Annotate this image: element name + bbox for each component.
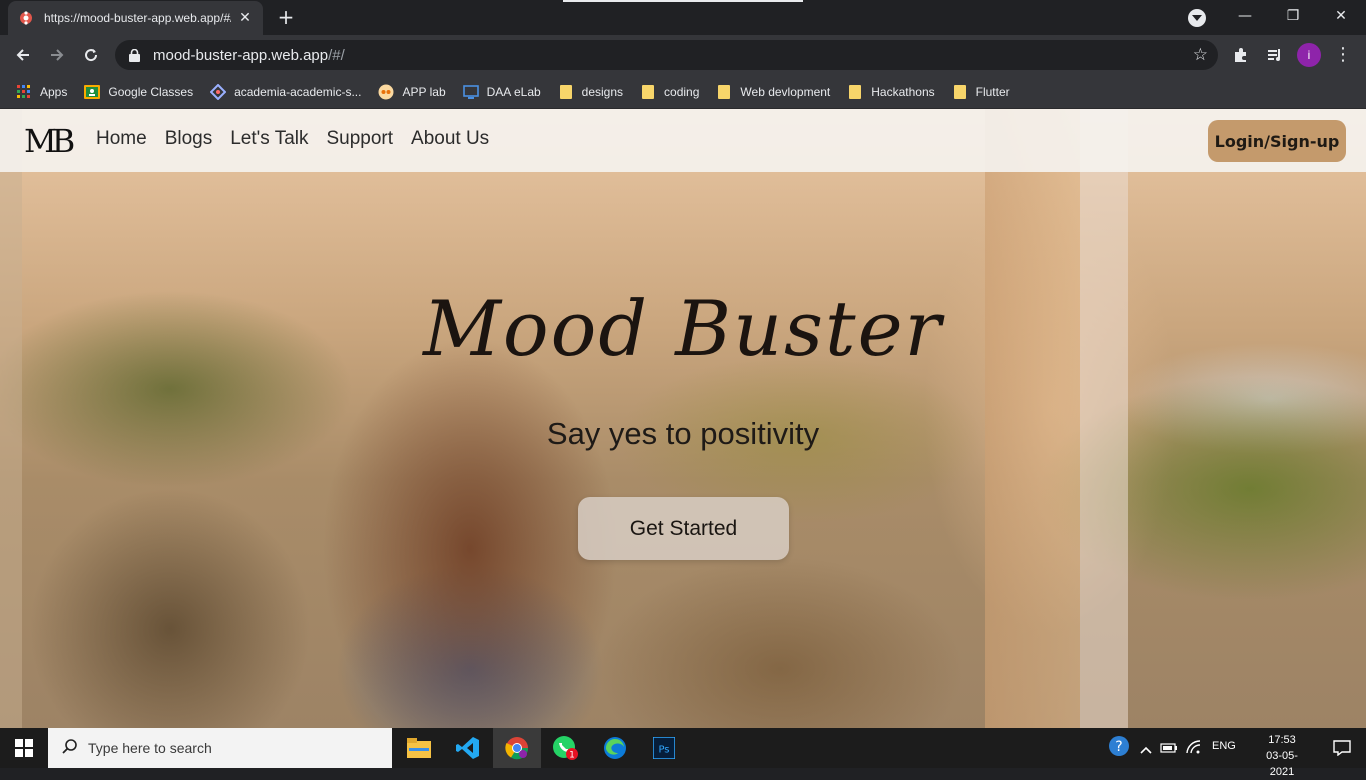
chrome-menu-icon[interactable]: ⋮ — [1333, 43, 1353, 67]
folder-icon — [847, 84, 863, 100]
nav-home[interactable]: Home — [96, 128, 147, 150]
minimize-icon[interactable]: — — [1221, 0, 1269, 32]
bookmark-apps[interactable]: Apps — [16, 84, 67, 100]
media-control-icon[interactable] — [1264, 44, 1286, 66]
bookmarks-bar: Apps Google Classes academia-academic-s.… — [0, 75, 1366, 109]
bookmark-label: Google Classes — [108, 84, 194, 99]
language-indicator[interactable]: ENG — [1212, 740, 1236, 752]
tab-title: https://mood-buster-app.web.app/#/ — [44, 11, 231, 25]
bookmark-folder-web-development[interactable]: Web devlopment — [716, 84, 830, 100]
photoshop-icon[interactable]: Ps — [640, 728, 688, 768]
get-started-button[interactable]: Get Started — [578, 497, 789, 560]
site-navbar: MB Home Blogs Let's Talk Support About U… — [0, 109, 1366, 172]
whatsapp-icon[interactable]: 1 — [542, 728, 590, 768]
elab-icon — [462, 84, 479, 100]
folder-icon — [558, 84, 574, 100]
tab-close-icon[interactable]: ✕ — [237, 10, 253, 26]
forward-icon[interactable] — [45, 43, 69, 67]
bookmark-folder-designs[interactable]: designs — [558, 84, 623, 100]
wifi-icon[interactable] — [1186, 739, 1202, 758]
search-placeholder: Type here to search — [88, 740, 212, 756]
svg-text:Ps: Ps — [658, 745, 669, 756]
restore-icon[interactable]: ❐ — [1269, 0, 1317, 32]
browser-tab[interactable]: https://mood-buster-app.web.app/#/ ✕ — [8, 1, 263, 35]
bookmark-star-icon[interactable]: ☆ — [1193, 46, 1208, 64]
vscode-icon[interactable] — [444, 728, 492, 768]
folder-icon — [952, 84, 968, 100]
browser-toolbar: mood-buster-app.web.app/#/ ☆ i ⋮ — [0, 35, 1366, 75]
clock-time: 17:53 — [1268, 734, 1296, 746]
back-icon[interactable] — [11, 43, 35, 67]
address-bar[interactable]: mood-buster-app.web.app/#/ ☆ — [115, 40, 1218, 70]
window-close-icon[interactable]: ✕ — [1317, 0, 1365, 32]
taskbar-clock[interactable]: 17:53 03-05-2021 — [1254, 732, 1310, 780]
academia-icon — [210, 83, 227, 100]
bookmark-daa-elab[interactable]: DAA eLab — [462, 84, 541, 100]
nav-about-us[interactable]: About Us — [411, 128, 489, 150]
windows-taskbar: Type here to search 1 Ps ? ENG 17:53 03-… — [0, 728, 1366, 778]
taskbar-search-box[interactable]: Type here to search — [48, 728, 392, 768]
hero-subtitle: Say yes to positivity — [546, 416, 820, 451]
new-tab-icon[interactable]: + — [276, 7, 296, 27]
lock-icon[interactable] — [129, 48, 143, 62]
nav-support[interactable]: Support — [326, 128, 393, 150]
bookmark-label: Apps — [40, 84, 68, 99]
apps-grid-icon — [16, 84, 32, 100]
url-host: mood-buster-app.web.app — [153, 46, 329, 64]
classroom-icon — [84, 84, 101, 100]
bookmark-label: Web devlopment — [740, 84, 831, 99]
bookmark-label: academia-academic-s... — [234, 84, 362, 99]
app-lab-icon — [378, 84, 394, 100]
login-signup-button[interactable]: Login/Sign-up — [1208, 120, 1346, 162]
nav-links: Home Blogs Let's Talk Support About Us — [96, 128, 507, 150]
whatsapp-badge: 1 — [569, 751, 575, 761]
bookmark-folder-hackathons[interactable]: Hackathons — [847, 84, 935, 100]
url-path: /#/ — [328, 46, 345, 64]
tab-strip: https://mood-buster-app.web.app/#/ ✕ + —… — [0, 0, 1366, 35]
tab-search-icon[interactable] — [1188, 9, 1206, 27]
help-icon[interactable]: ? — [1108, 735, 1130, 761]
windows-start-icon[interactable] — [0, 728, 48, 768]
chrome-taskbar-icon[interactable] — [493, 728, 541, 768]
bookmark-label: designs — [581, 84, 624, 99]
nav-lets-talk[interactable]: Let's Talk — [230, 128, 308, 150]
app-favicon-icon — [18, 10, 34, 26]
window-drag-area — [563, 0, 803, 2]
chevron-up-icon[interactable] — [1140, 739, 1152, 758]
bookmark-label: APP lab — [402, 84, 446, 99]
system-tray: ? — [1108, 728, 1202, 768]
battery-icon[interactable] — [1160, 739, 1178, 758]
extensions-icon[interactable] — [1230, 44, 1252, 66]
page-viewport: MB Home Blogs Let's Talk Support About U… — [0, 109, 1366, 728]
site-logo[interactable]: MB — [24, 122, 75, 160]
svg-text:?: ? — [1115, 739, 1122, 755]
bookmark-folder-flutter[interactable]: Flutter — [952, 84, 1010, 100]
profile-avatar[interactable]: i — [1297, 43, 1321, 67]
bookmark-app-lab[interactable]: APP lab — [378, 84, 446, 100]
url-text: mood-buster-app.web.app/#/ — [153, 47, 345, 64]
hero-title: Mood Buster — [423, 284, 943, 373]
bookmark-label: DAA eLab — [486, 84, 541, 99]
bookmark-label: Flutter — [975, 84, 1010, 99]
bookmark-folder-coding[interactable]: coding — [640, 84, 699, 100]
edge-icon[interactable] — [591, 728, 639, 768]
folder-icon — [716, 84, 732, 100]
clock-date: 03-05-2021 — [1266, 750, 1298, 778]
bookmark-academia[interactable]: academia-academic-s... — [210, 83, 362, 100]
bookmark-label: Hackathons — [871, 84, 935, 99]
window-controls: — ❐ ✕ — [1221, 0, 1365, 32]
bookmark-google-classes[interactable]: Google Classes — [84, 84, 193, 100]
nav-blogs[interactable]: Blogs — [165, 128, 213, 150]
reload-icon[interactable] — [79, 43, 103, 67]
folder-icon — [640, 84, 656, 100]
notification-icon[interactable] — [1318, 728, 1366, 768]
file-explorer-icon[interactable] — [395, 728, 443, 768]
bookmark-label: coding — [664, 84, 700, 99]
search-icon — [62, 738, 78, 758]
